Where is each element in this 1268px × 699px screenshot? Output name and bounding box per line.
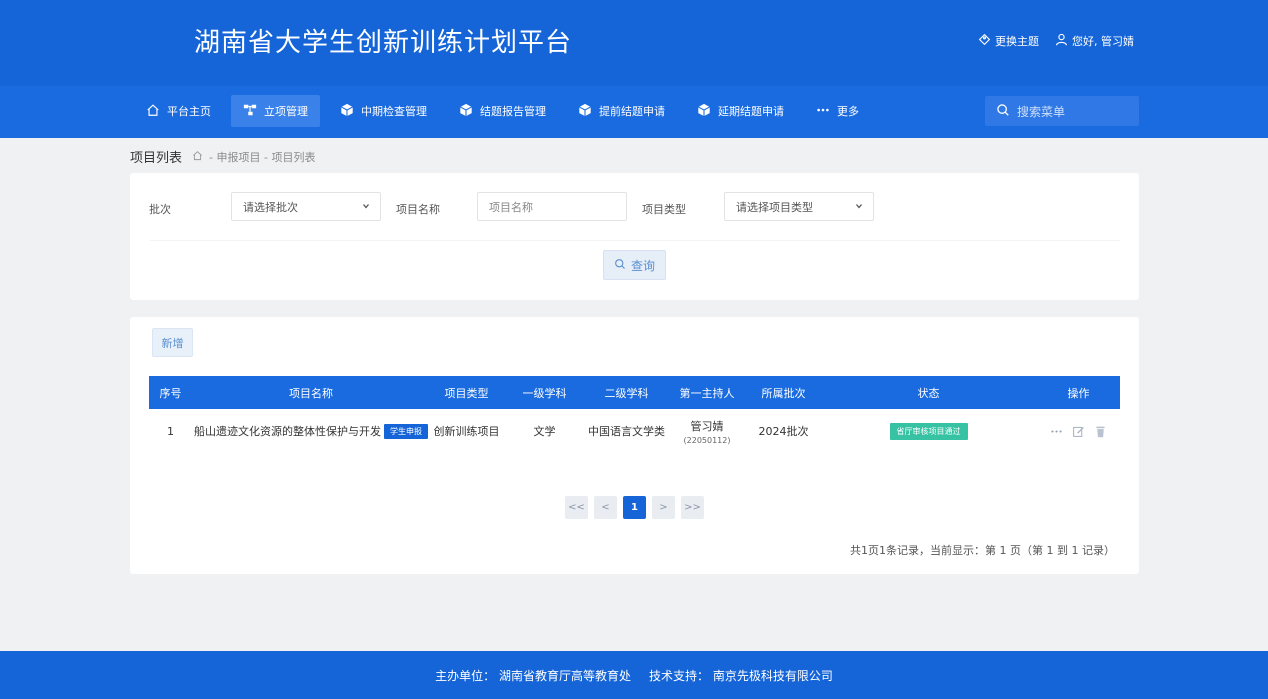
home-icon[interactable] — [192, 150, 203, 164]
nav-items: 平台主页 立项管理 中期检查管理 结题报告管理 提前结题申请 延期结题申请 更多 — [134, 95, 879, 127]
footer: 主办单位： 湖南省教育厅高等教育处 技术支持： 南京先极科技有限公司 — [0, 651, 1268, 699]
batch-label: 批次 — [149, 203, 171, 216]
breadcrumb: 项目列表 - 申报项目 - 项目列表 — [130, 147, 316, 167]
project-name[interactable]: 船山遗迹文化资源的整体性保护与开发 — [194, 411, 381, 451]
nav-item-extension[interactable]: 延期结题申请 — [685, 95, 796, 127]
menu-search-placeholder: 搜索菜单 — [1017, 104, 1066, 119]
nav-item-label: 更多 — [837, 105, 859, 118]
table-header: 序号 项目名称 项目类型 一级学科 二级学科 第一主持人 所属批次 状态 操作 — [149, 376, 1120, 409]
table-row[interactable]: 1 船山遗迹文化资源的整体性保护与开发 学生申报 创新训练项目 文学 中国语言文… — [149, 411, 1120, 451]
batch-select[interactable]: 请选择批次 — [231, 192, 381, 221]
main-nav: 平台主页 立项管理 中期检查管理 结题报告管理 提前结题申请 延期结题申请 更多… — [0, 86, 1268, 138]
user-icon — [1055, 33, 1068, 49]
column-header: 一级学科 — [522, 386, 567, 400]
project-name-input[interactable]: 项目名称 — [477, 192, 627, 221]
nav-item-early-completion[interactable]: 提前结题申请 — [566, 95, 677, 127]
row-index: 1 — [167, 424, 174, 438]
home-icon — [146, 103, 160, 120]
project-name-cell: 船山遗迹文化资源的整体性保护与开发 学生申报 — [192, 411, 430, 451]
status-cell: 省厅审核项目通过 — [820, 411, 1037, 451]
nav-item-label: 结题报告管理 — [480, 105, 546, 118]
filter-panel: 批次 请选择批次 项目名称 项目名称 项目类型 请选择项目类型 查询 — [130, 173, 1139, 300]
user-menu[interactable]: 您好, 管习婧 — [1055, 33, 1134, 49]
nav-item-home[interactable]: 平台主页 — [134, 95, 223, 127]
first-page-button[interactable]: << — [565, 496, 588, 519]
nav-item-final-report[interactable]: 结题报告管理 — [447, 95, 558, 127]
cube-icon — [340, 103, 354, 120]
status-badge: 省厅审核项目通过 — [889, 422, 968, 440]
divider — [150, 240, 1120, 241]
column-header: 所属批次 — [761, 386, 806, 400]
project-list-panel: 新增 序号 项目名称 项目类型 一级学科 二级学科 第一主持人 所属批次 状态 … — [130, 317, 1139, 574]
last-page-button[interactable]: >> — [681, 496, 704, 519]
discipline-level-2: 中国语言文学类 — [588, 425, 665, 438]
batch-select-value: 请选择批次 — [243, 200, 298, 214]
page-title: 项目列表 — [130, 151, 183, 166]
query-button[interactable]: 查询 — [603, 250, 666, 280]
column-header: 状态 — [917, 386, 940, 400]
row-actions — [1037, 411, 1120, 451]
nav-item-label: 提前结题申请 — [599, 105, 665, 118]
nav-item-label: 中期检查管理 — [361, 105, 427, 118]
change-theme-label: 更换主题 — [995, 35, 1039, 48]
nav-item-label: 立项管理 — [264, 105, 308, 118]
next-page-button[interactable]: > — [652, 496, 675, 519]
change-theme-button[interactable]: 更换主题 — [978, 33, 1039, 49]
record-info: 共1页1条记录，当前显示：第 1 页（第 1 到 1 记录） — [850, 544, 1115, 557]
student-application-tag: 学生申报 — [384, 423, 428, 439]
batch: 2024批次 — [758, 425, 809, 438]
host-name: 管习婧 — [690, 419, 724, 433]
prev-page-button[interactable]: < — [594, 496, 617, 519]
footer-support: 技术支持： 南京先极科技有限公司 — [649, 668, 833, 683]
cube-icon — [459, 103, 473, 120]
page-button-1[interactable]: 1 — [623, 496, 646, 519]
project-name-placeholder: 项目名称 — [489, 200, 533, 214]
column-header: 操作 — [1067, 386, 1090, 400]
project-name-label: 项目名称 — [396, 203, 440, 216]
add-button[interactable]: 新增 — [152, 328, 193, 357]
cube-icon — [578, 103, 592, 120]
header-actions: 更换主题 您好, 管习婧 — [978, 33, 1134, 49]
query-button-label: 查询 — [630, 258, 655, 273]
nav-item-project-approval[interactable]: 立项管理 — [231, 95, 320, 127]
host-cell: 管习婧 (22050112) — [667, 411, 747, 451]
menu-search-input[interactable]: 搜索菜单 — [985, 96, 1139, 126]
project-type-select-value: 请选择项目类型 — [736, 200, 813, 214]
tag-icon — [978, 33, 991, 49]
header-bar: 湖南省大学生创新训练计划平台 更换主题 您好, 管习婧 — [0, 0, 1268, 88]
nav-item-more[interactable]: 更多 — [804, 95, 871, 127]
search-icon — [614, 258, 626, 273]
more-dots-icon[interactable] — [1050, 411, 1063, 451]
project-type-select[interactable]: 请选择项目类型 — [724, 192, 874, 221]
nav-item-midterm[interactable]: 中期检查管理 — [328, 95, 439, 127]
cube-icon — [697, 103, 711, 120]
sitemap-icon — [243, 103, 257, 120]
edit-icon[interactable] — [1072, 411, 1085, 451]
column-header: 第一主持人 — [679, 386, 735, 400]
footer-sponsor: 主办单位： 湖南省教育厅高等教育处 — [435, 668, 631, 683]
column-header: 项目名称 — [289, 386, 333, 400]
delete-icon[interactable] — [1094, 411, 1107, 451]
breadcrumb-path: - 申报项目 - 项目列表 — [209, 150, 316, 164]
column-header: 项目类型 — [444, 386, 489, 400]
discipline-level-1: 文学 — [533, 425, 556, 438]
host-id: (22050112) — [683, 435, 731, 445]
site-title: 湖南省大学生创新训练计划平台 — [194, 28, 573, 58]
search-icon — [996, 103, 1010, 120]
chevron-down-icon — [363, 204, 369, 209]
column-header: 二级学科 — [604, 386, 649, 400]
nav-item-label: 延期结题申请 — [718, 105, 784, 118]
pagination: << < 1 > >> — [565, 496, 704, 519]
project-type: 创新训练项目 — [433, 425, 500, 438]
nav-item-label: 平台主页 — [167, 105, 211, 118]
user-greeting: 您好, 管习婧 — [1072, 35, 1134, 48]
more-dots-icon — [816, 103, 830, 120]
column-header: 序号 — [159, 386, 182, 400]
project-type-label: 项目类型 — [642, 203, 686, 216]
chevron-down-icon — [856, 204, 862, 209]
